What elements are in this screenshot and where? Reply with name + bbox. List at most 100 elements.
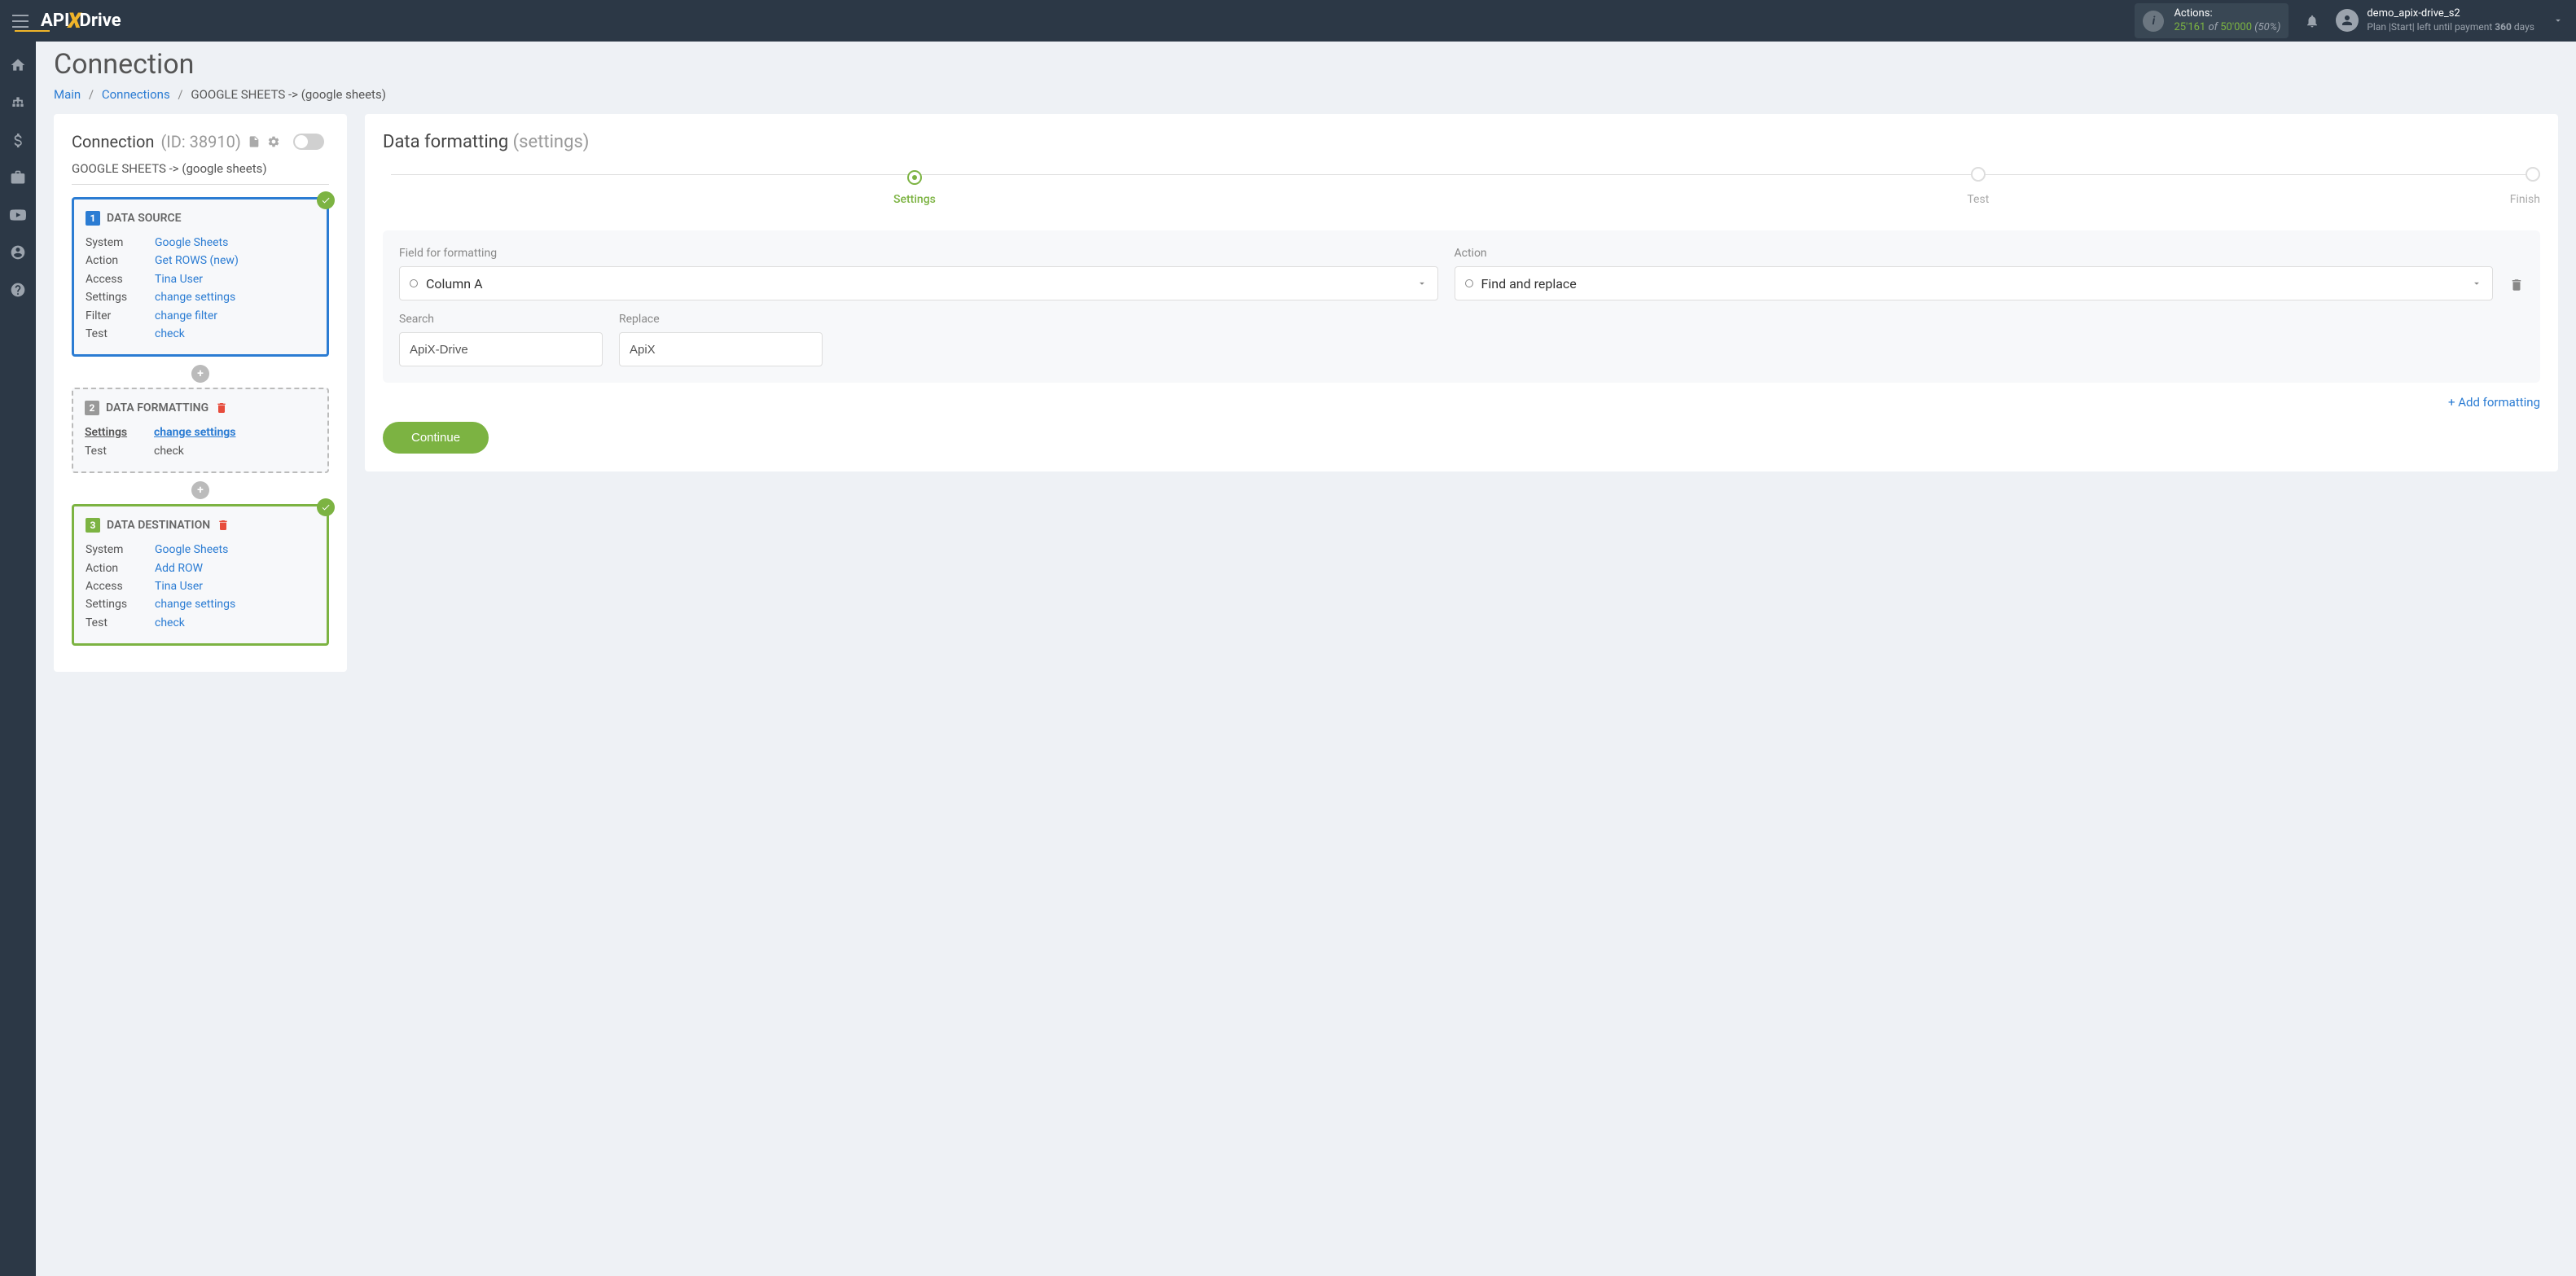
row-label: Filter [86,307,155,325]
avatar-icon [2336,9,2359,32]
card-number: 2 [85,401,99,415]
formatting-rule: Field for formatting Column A Action Fin… [383,230,2540,383]
stepper: Settings Test Finish [383,167,2540,206]
row-label: Access [86,577,155,595]
bell-icon[interactable] [2305,14,2319,29]
breadcrumb-connections[interactable]: Connections [102,87,170,102]
actions-used: 25'161 [2174,21,2205,33]
source-settings-link[interactable]: change settings [155,288,235,306]
logo[interactable]: APIXDrive [41,9,156,33]
chevron-down-icon [1416,278,1428,289]
step-settings[interactable]: Settings [383,168,1446,206]
row-label: Settings [85,423,154,441]
radio-icon [1465,279,1473,287]
radio-icon [410,279,418,287]
formatting-settings-link[interactable]: change settings [154,423,235,441]
formatting-test: check [154,442,184,460]
delete-card-icon[interactable] [217,519,230,532]
source-action-link[interactable]: Get ROWS (new) [155,252,239,270]
nav-user-icon[interactable] [9,243,27,261]
step-test[interactable]: Test [1446,167,2510,206]
delete-card-icon[interactable] [215,401,228,414]
row-label: Settings [86,595,155,613]
document-icon[interactable] [248,135,261,148]
info-icon: i [2143,11,2164,32]
nav-billing-icon[interactable] [9,131,27,149]
nav-briefcase-icon[interactable] [9,169,27,186]
settings-panel: Data formatting (settings) Settings Test… [365,114,2558,471]
add-formatting-link[interactable]: Add formatting [383,395,2540,410]
main-content: Connection Main / Connections / GOOGLE S… [36,42,2576,678]
field-label: Field for formatting [399,247,1438,260]
field-select[interactable]: Column A [399,266,1438,300]
breadcrumb-main[interactable]: Main [54,87,81,102]
chevron-down-icon [2471,278,2482,289]
dest-test-link[interactable]: check [155,614,185,632]
dest-access-link[interactable]: Tina User [155,577,203,595]
check-badge-icon [317,498,335,516]
source-access-link[interactable]: Tina User [155,270,203,288]
panel-subtitle: (settings) [513,132,590,152]
actions-total: 50'000 [2220,21,2252,33]
data-destination-card: 3 DATA DESTINATION SystemGoogle Sheets A… [72,504,329,646]
row-label: System [86,541,155,559]
menu-toggle-icon[interactable] [12,15,29,28]
plan-suffix: days [2512,21,2534,33]
row-label: System [86,234,155,252]
card-number: 3 [86,518,100,533]
delete-rule-icon[interactable] [2509,278,2524,300]
row-label: Test [85,442,154,460]
card-header-text: DATA DESTINATION [107,519,210,532]
replace-input[interactable] [619,332,823,366]
continue-button[interactable]: Continue [383,422,489,454]
page-title: Connection [54,48,2558,81]
row-label: Access [86,270,155,288]
data-formatting-card: 2 DATA FORMATTING Settingschange setting… [72,388,329,473]
search-label: Search [399,313,603,326]
row-label: Action [86,252,155,270]
username: demo_apix-drive_s2 [2367,7,2534,21]
plan-days: 360 [2495,21,2512,33]
actions-counter[interactable]: i Actions: 25'161 of 50'000 (50%) [2135,3,2289,39]
data-source-card: 1 DATA SOURCE SystemGoogle Sheets Action… [72,197,329,357]
card-number: 1 [86,211,100,226]
connection-title: Connection [72,132,154,151]
row-label: Test [86,614,155,632]
dest-action-link[interactable]: Add ROW [155,559,203,577]
user-menu[interactable]: demo_apix-drive_s2 Plan |Start| left unt… [2336,7,2564,33]
source-filter-link[interactable]: change filter [155,307,217,325]
nav-sitemap-icon[interactable] [9,94,27,112]
panel-title: Data formatting [383,132,513,152]
actions-pct: (50%) [2252,21,2280,33]
card-header-text: DATA FORMATTING [106,401,208,414]
source-test-link[interactable]: check [155,325,185,343]
dest-settings-link[interactable]: change settings [155,595,235,613]
actions-label: Actions: [2174,7,2280,21]
dest-system-link[interactable]: Google Sheets [155,541,228,559]
row-label: Action [86,559,155,577]
gear-icon[interactable] [267,135,280,148]
source-system-link[interactable]: Google Sheets [155,234,228,252]
connection-subtitle: GOOGLE SHEETS -> (google sheets) [72,161,329,185]
header: APIXDrive i Actions: 25'161 of 50'000 (5… [0,0,2576,42]
plan-prefix: Plan |Start| left until payment [2367,21,2495,33]
nav-help-icon[interactable] [9,281,27,299]
replace-label: Replace [619,313,823,326]
connection-toggle[interactable] [293,134,324,150]
check-badge-icon [317,191,335,209]
actions-of: of [2205,21,2220,33]
sidebar-nav [0,42,36,1276]
action-select[interactable]: Find and replace [1455,266,2494,300]
nav-youtube-icon[interactable] [9,206,27,224]
breadcrumb-current: GOOGLE SHEETS -> (google sheets) [191,87,386,102]
search-input[interactable] [399,332,603,366]
step-finish[interactable]: Finish [2510,167,2540,206]
connection-id: (ID: 38910) [160,132,240,151]
add-step-button[interactable]: + [191,481,209,499]
nav-home-icon[interactable] [9,56,27,74]
row-label: Test [86,325,155,343]
action-label: Action [1455,247,2494,260]
add-step-button[interactable]: + [191,365,209,383]
breadcrumb: Main / Connections / GOOGLE SHEETS -> (g… [54,87,2558,102]
chevron-down-icon [2552,15,2564,26]
